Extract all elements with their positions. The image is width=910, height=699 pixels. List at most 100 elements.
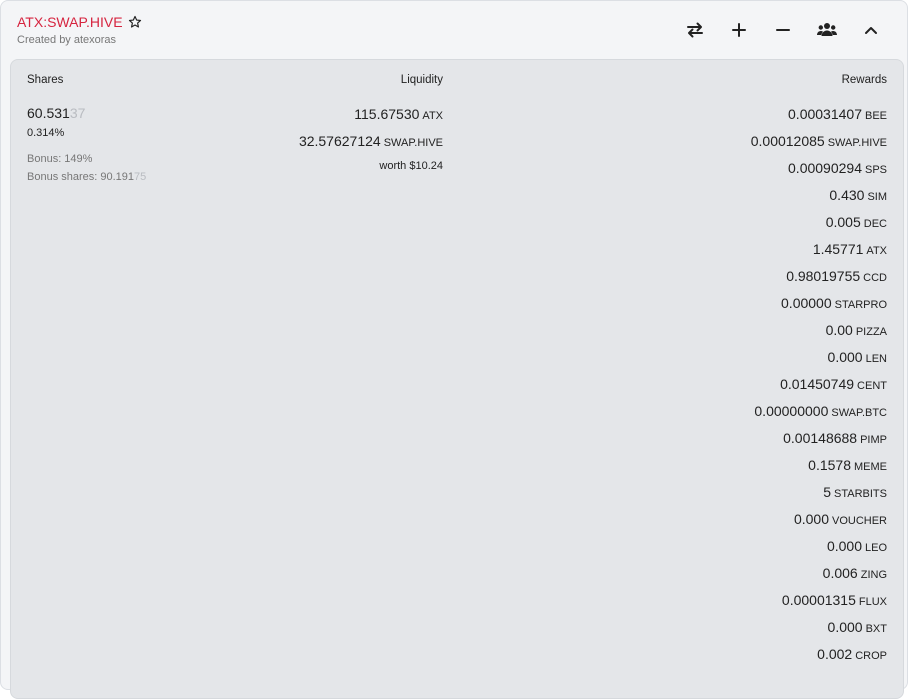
reward-token: PIZZA [855, 326, 887, 338]
reward-row: 0.430 SIM [751, 186, 887, 213]
reward-row: 0.00000 STARPRO [751, 294, 887, 321]
add-liquidity-button[interactable] [717, 18, 761, 42]
reward-row: 0.00090294 SPS [751, 159, 887, 186]
liquidity-amount-dim: 67530 [380, 106, 420, 122]
reward-amount-dim: 000 [839, 619, 863, 635]
reward-token: CCD [863, 272, 887, 284]
reward-row: 0.01450749 CENT [751, 375, 887, 402]
reward-row: 0.00031407 BEE [751, 105, 887, 132]
liquidity-token: SWAP.HIVE [383, 137, 443, 149]
collapse-button[interactable] [849, 18, 893, 42]
remove-liquidity-button[interactable] [761, 18, 805, 42]
liquidity-column: 115.67530 ATX 32.57627124 SWAP.HIVE worth … [211, 105, 443, 173]
reward-token: FLUX [858, 596, 887, 608]
reward-token: STARPRO [834, 299, 887, 311]
reward-token: SWAP.BTC [831, 407, 887, 419]
liquidity-amount-main: 115. [354, 106, 381, 122]
reward-amount-main: 0.00012085 [750, 133, 825, 149]
pool-header: ATX:SWAP.HIVE Created by atexoras [1, 1, 907, 59]
reward-token: VOUCHER [831, 515, 887, 527]
swap-icon [686, 22, 704, 38]
swap-button[interactable] [673, 18, 717, 42]
reward-token: CENT [857, 380, 887, 392]
reward-amount-main: 0.00001315 [781, 592, 856, 608]
reward-row: 0.000 BXT [751, 618, 887, 645]
pool-details: Shares Liquidity Rewards 60.53137 0.314%… [10, 59, 904, 699]
liquidity-row: 32.57627124 SWAP.HIVE [211, 132, 443, 159]
reward-amount-dim: 00 [837, 322, 853, 338]
shares-value: 60.53137 [27, 105, 146, 121]
rewards-header: Rewards [841, 74, 887, 86]
liquidity-amount-main: 32.576 [298, 133, 342, 149]
reward-token: BEE [864, 110, 887, 122]
reward-row: 0.006 ZING [751, 564, 887, 591]
reward-amount-main: 0.01450749 [780, 376, 855, 392]
reward-amount-dim: 00000000 [766, 403, 829, 419]
reward-row: 0.00148688 PIMP [751, 429, 887, 456]
minus-icon [776, 23, 790, 37]
liquidity-row: 115.67530 ATX [211, 105, 443, 132]
reward-amount-dim: 000 [805, 511, 829, 527]
bonus-shares: Bonus shares: 90.19175 [27, 171, 146, 183]
reward-amount-main: 0.005 [825, 214, 861, 230]
reward-row: 1.45771 ATX [751, 240, 887, 267]
reward-amount-main: 0.00148688 [783, 430, 858, 446]
created-by: Created by atexoras [17, 34, 117, 46]
bonus-shares-dim: 75 [134, 171, 147, 183]
reward-row: 5 STARBITS [751, 483, 887, 510]
users-icon [817, 22, 837, 38]
reward-row: 0.00001315 FLUX [751, 591, 887, 618]
reward-token: BXT [865, 623, 887, 635]
chevron-up-icon [864, 25, 878, 35]
reward-token: SIM [867, 191, 887, 203]
reward-row: 0.00012085 SWAP.HIVE [751, 132, 887, 159]
reward-amount-main: 0. [827, 349, 840, 365]
pool-card: ATX:SWAP.HIVE Created by atexoras Shares… [0, 0, 908, 699]
shares-value-dim: 37 [69, 105, 86, 121]
shares-header: Shares [27, 74, 64, 86]
reward-row: 0.000 LEN [751, 348, 887, 375]
reward-amount-main: 0.43 [829, 187, 857, 203]
reward-row: 0.98019755 CCD [751, 267, 887, 294]
reward-row: 0.1578 MEME [751, 456, 887, 483]
reward-amount-main: 0.00031407 [788, 106, 862, 122]
reward-token: ATX [866, 245, 887, 257]
reward-amount-main: 0.00090294 [788, 160, 862, 176]
shares-value-main: 60.531 [27, 105, 70, 121]
reward-token: LEN [865, 353, 887, 365]
reward-token: DEC [863, 218, 887, 230]
title-row: ATX:SWAP.HIVE [17, 14, 142, 30]
reward-amount-main: 0. [793, 511, 806, 527]
reward-amount-main: 0.1578 [808, 457, 851, 473]
reward-amount-main: 0. [754, 403, 767, 419]
liquidity-worth: worth $10.24 [379, 160, 443, 172]
reward-token: CROP [855, 650, 887, 662]
bonus-percent: Bonus: 149% [27, 153, 93, 165]
rewards-column: 0.00031407 BEE 0.00012085 SWAP.HIVE 0.000902… [751, 105, 887, 672]
pool-name[interactable]: ATX:SWAP.HIVE [17, 14, 123, 30]
reward-token: PIMP [860, 434, 887, 446]
reward-row: 0.002 CROP [751, 645, 887, 672]
reward-amount-main: 5 [823, 484, 832, 500]
shares-column: 60.53137 0.314% Bonus: 149% Bonus shares… [27, 105, 146, 183]
star-icon[interactable] [128, 15, 142, 29]
reward-amount-dim: 0 [856, 187, 865, 203]
shares-percent: 0.314% [27, 127, 65, 139]
reward-amount-dim: 00000 [792, 295, 832, 311]
reward-row: 0.00 PIZZA [751, 321, 887, 348]
reward-token: SPS [864, 164, 887, 176]
reward-row: 0.00000000 SWAP.BTC [751, 402, 887, 429]
reward-amount-main: 0.98019755 [786, 268, 861, 284]
reward-row: 0.000 LEO [751, 537, 887, 564]
liquidity-header: Liquidity [400, 74, 443, 86]
reward-amount-main: 0. [826, 538, 839, 554]
reward-amount-main: 1.45771 [812, 241, 864, 257]
reward-amount-main: 0. [825, 322, 838, 338]
reward-row: 0.005 DEC [751, 213, 887, 240]
reward-token: MEME [854, 461, 887, 473]
holders-button[interactable] [805, 18, 849, 42]
reward-token: ZING [860, 569, 887, 581]
reward-amount-main: 0. [827, 619, 840, 635]
liquidity-amount-dim: 27124 [341, 133, 381, 149]
reward-amount-dim: 000 [838, 538, 862, 554]
